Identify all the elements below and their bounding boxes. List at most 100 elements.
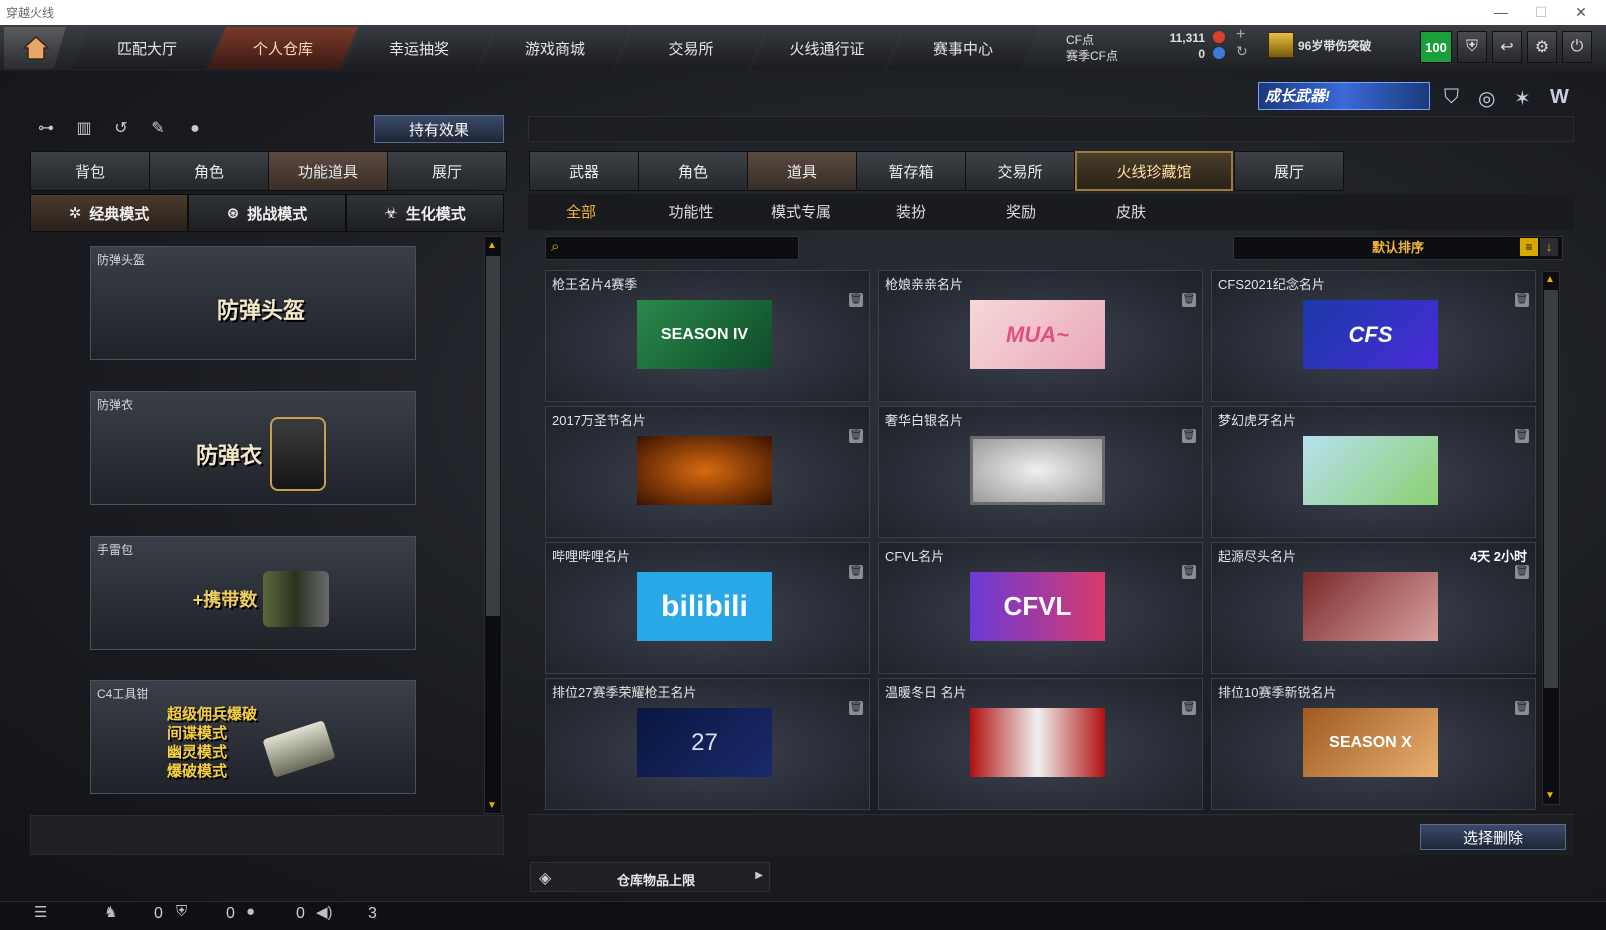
- team-icon[interactable]: ♞: [104, 903, 117, 921]
- trash-icon[interactable]: 🗑: [1515, 293, 1529, 307]
- globe-icon[interactable]: ◎: [1478, 86, 1495, 111]
- left-item-card[interactable]: 防弹衣 防弹衣: [90, 391, 416, 505]
- trash-icon[interactable]: 🗑: [1182, 429, 1196, 443]
- item-card[interactable]: 排位27赛季荣耀枪王名片 🗑 27: [545, 678, 870, 810]
- item-card-name: 哔哩哔哩名片: [552, 549, 631, 564]
- list-view-icon[interactable]: ≡: [1520, 238, 1538, 256]
- left-scroll-thumb[interactable]: [486, 256, 500, 616]
- subtab-all[interactable]: 全部: [526, 200, 636, 226]
- item-card[interactable]: 排位10赛季新锐名片 🗑 SEASON X: [1211, 678, 1536, 810]
- search-input[interactable]: [572, 239, 796, 259]
- power-icon[interactable]: ⏻: [1562, 31, 1592, 63]
- maximize-icon[interactable]: ☐: [1526, 2, 1556, 22]
- tab-trade[interactable]: 交易所: [965, 151, 1075, 191]
- scroll-up-icon[interactable]: ▲: [1545, 274, 1555, 285]
- tab-roles[interactable]: 角色: [638, 151, 748, 191]
- chat-icon[interactable]: ●: [246, 903, 255, 920]
- minimize-icon[interactable]: —: [1486, 2, 1516, 22]
- badge-v-icon[interactable]: ⛉: [1444, 86, 1459, 109]
- mode-classic[interactable]: ✲ 经典模式: [30, 194, 188, 232]
- scroll-down-icon[interactable]: ▼: [487, 800, 497, 811]
- speaker-count: 3: [368, 905, 377, 922]
- arrows-icon[interactable]: ✶: [1514, 86, 1531, 111]
- item-card[interactable]: 哔哩哔哩名片 🗑 bilibili: [545, 542, 870, 674]
- tab-showroom[interactable]: 展厅: [387, 151, 507, 191]
- clan-shield-icon[interactable]: ⛨: [176, 903, 187, 920]
- left-item-card[interactable]: 防弹头盔 防弹头盔: [90, 246, 416, 360]
- trash-icon[interactable]: 🗑: [1182, 293, 1196, 307]
- home-button[interactable]: [4, 27, 66, 69]
- tab-temp-box[interactable]: 暂存箱: [856, 151, 966, 191]
- level-badge[interactable]: 100: [1420, 31, 1452, 63]
- return-icon[interactable]: ↩: [1492, 31, 1522, 63]
- item-card[interactable]: CFS2021纪念名片 🗑 CFS: [1211, 270, 1536, 402]
- nav-tab-exchange[interactable]: 交易所: [616, 27, 766, 69]
- history-icon[interactable]: ↺: [108, 116, 134, 142]
- mode-zombie[interactable]: ☣ 生化模式: [346, 194, 504, 232]
- trash-icon[interactable]: 🗑: [849, 293, 863, 307]
- item-card[interactable]: 梦幻虎牙名片 🗑: [1211, 406, 1536, 538]
- scroll-down-icon[interactable]: ▼: [1545, 790, 1555, 801]
- spray-icon[interactable]: ✎: [145, 116, 171, 142]
- item-card[interactable]: 起源尽头名片 4天 2小时 🗑: [1211, 542, 1536, 674]
- v-logo-icon[interactable]: W: [1550, 86, 1569, 109]
- left-item-card[interactable]: C4工具钳 超级佣兵爆破 间谍模式 幽灵模式 爆破模式: [90, 680, 416, 794]
- tab-collection-hall[interactable]: 火线珍藏馆: [1075, 151, 1233, 191]
- tab-gallery[interactable]: 展厅: [1234, 151, 1344, 191]
- item-card[interactable]: CFVL名片 🗑 CFVL: [878, 542, 1203, 674]
- sort-dropdown[interactable]: 默认排序: [1233, 236, 1563, 260]
- left-item-card[interactable]: 手雷包 +携带数: [90, 536, 416, 650]
- tab-backpack[interactable]: 背包: [30, 151, 150, 191]
- capacity-bar[interactable]: ◈ 仓库物品上限 ▶: [530, 862, 770, 892]
- tab-character[interactable]: 角色: [149, 151, 269, 191]
- subtab-dress-up[interactable]: 装扮: [856, 200, 966, 226]
- item-card[interactable]: 枪王名片4赛季 🗑 SEASON IV: [545, 270, 870, 402]
- gear-icon[interactable]: ⚙: [1527, 31, 1557, 63]
- rank-badge-icon: [1268, 32, 1294, 58]
- nav-tab-lucky-draw[interactable]: 幸运抽奖: [344, 27, 494, 69]
- close-icon[interactable]: ✕: [1566, 2, 1596, 22]
- subtab-functional[interactable]: 功能性: [636, 200, 746, 226]
- refresh-icon[interactable]: ↻: [1236, 43, 1248, 60]
- tab-function-items[interactable]: 功能道具: [268, 151, 388, 191]
- trash-icon[interactable]: 🗑: [849, 701, 863, 715]
- item-card[interactable]: 枪娘亲亲名片 🗑 MUA~: [878, 270, 1203, 402]
- item-card[interactable]: 温暖冬日 名片 🗑: [878, 678, 1203, 810]
- toggle-off-icon[interactable]: ⊶: [33, 116, 59, 142]
- nav-tab-match-lobby[interactable]: 匹配大厅: [72, 27, 222, 69]
- item-card[interactable]: 奢华白银名片 🗑: [878, 406, 1203, 538]
- grenade-icon[interactable]: ●: [182, 116, 208, 142]
- trash-icon[interactable]: 🗑: [1515, 701, 1529, 715]
- subtab-rewards[interactable]: 奖励: [966, 200, 1076, 226]
- add-cf-icon[interactable]: +: [1236, 26, 1245, 44]
- promo-banner[interactable]: 成长武器!: [1258, 82, 1430, 110]
- nav-tab-events[interactable]: 赛事中心: [888, 27, 1038, 69]
- scroll-up-icon[interactable]: ▲: [487, 240, 497, 251]
- trash-icon[interactable]: 🗑: [1182, 701, 1196, 715]
- shield-icon[interactable]: ⛨: [1457, 31, 1487, 63]
- ranking-icon[interactable]: ▥: [71, 116, 97, 142]
- nav-tab-personal-warehouse[interactable]: 个人仓库: [208, 27, 358, 69]
- item-card[interactable]: 2017万圣节名片 🗑: [545, 406, 870, 538]
- trash-icon[interactable]: 🗑: [1515, 565, 1529, 579]
- right-scroll-thumb[interactable]: [1544, 290, 1558, 688]
- card-art-text: SEASON IV: [660, 325, 749, 343]
- subtab-mode-exclusive[interactable]: 模式专属: [746, 200, 856, 226]
- c4-tool-icon: [262, 720, 336, 778]
- nav-tab-game-mall[interactable]: 游戏商城: [480, 27, 630, 69]
- mode-challenge[interactable]: ⊛ 挑战模式: [188, 194, 346, 232]
- subtab-skins[interactable]: 皮肤: [1076, 200, 1186, 226]
- sort-direction-icon[interactable]: ↓: [1540, 238, 1558, 256]
- search-field[interactable]: ⌕: [545, 236, 799, 260]
- speaker-icon[interactable]: ◀): [316, 903, 333, 921]
- effects-button[interactable]: 持有效果: [374, 115, 504, 143]
- trash-icon[interactable]: 🗑: [849, 565, 863, 579]
- select-delete-button[interactable]: 选择删除: [1420, 824, 1566, 850]
- trash-icon[interactable]: 🗑: [1515, 429, 1529, 443]
- tab-props[interactable]: 道具: [747, 151, 857, 191]
- trash-icon[interactable]: 🗑: [1182, 565, 1196, 579]
- tab-weapons[interactable]: 武器: [529, 151, 639, 191]
- trash-icon[interactable]: 🗑: [849, 429, 863, 443]
- nav-tab-battle-pass[interactable]: 火线通行证: [752, 27, 902, 69]
- menu-icon[interactable]: ☰: [34, 903, 47, 921]
